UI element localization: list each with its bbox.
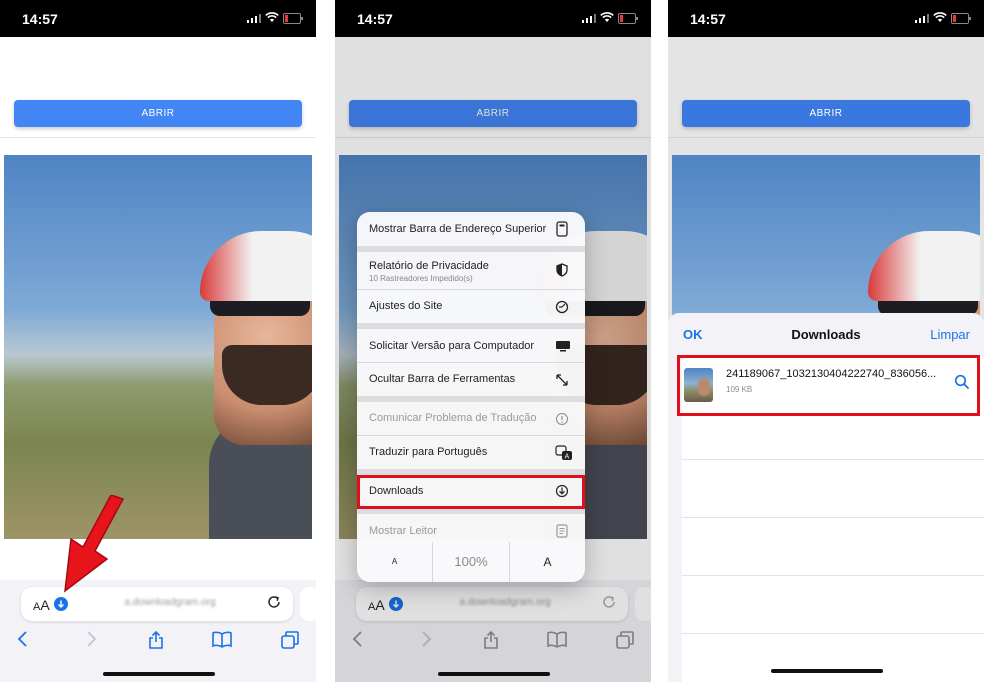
menu-item-privacy-report[interactable]: Relatório de Privacidade 10 Rastreadores… — [357, 252, 585, 289]
menu-item-show-reader[interactable]: Mostrar Leitor — [357, 514, 585, 542]
tabs-icon[interactable] — [280, 630, 300, 650]
font-zoom-row: A 100% A — [357, 542, 585, 582]
battery-icon — [283, 13, 303, 24]
reload-icon[interactable] — [266, 594, 282, 610]
status-time: 14:57 — [690, 11, 726, 27]
battery-icon — [618, 13, 638, 24]
cellular-signal-icon — [247, 14, 261, 23]
downloads-highlight-box — [357, 475, 585, 509]
bookmarks-icon[interactable] — [211, 630, 233, 648]
url-text: a.downloadgram.org — [124, 597, 216, 608]
menu-item-site-settings[interactable]: Ajustes do Site — [357, 290, 585, 323]
cellular-signal-icon — [915, 14, 929, 23]
increase-font-button[interactable]: A — [510, 542, 585, 582]
wifi-icon — [600, 12, 614, 22]
web-content-top: ABRIR — [0, 37, 316, 138]
wifi-icon — [265, 12, 279, 22]
web-content-top: ABRIR — [668, 37, 984, 138]
reader-icon — [556, 524, 568, 538]
decrease-font-button[interactable]: A — [357, 542, 432, 582]
menu-item-hide-toolbar[interactable]: Ocultar Barra de Ferramentas — [357, 363, 585, 396]
status-time: 14:57 — [357, 11, 393, 27]
forward-icon[interactable] — [84, 630, 98, 648]
profile-photo — [4, 155, 312, 539]
download-indicator-icon[interactable] — [54, 597, 68, 611]
menu-item-translate[interactable]: Traduzir para Português A — [357, 436, 585, 469]
clear-button[interactable]: Limpar — [930, 327, 970, 342]
status-bar: 14:57 — [0, 0, 316, 37]
phone-screen-3: 14:57 ABRIR OK Downloads Limpar 24118906… — [668, 0, 984, 682]
menu-item-top-address-bar[interactable]: Mostrar Barra de Endereço Superior — [357, 212, 585, 246]
open-button[interactable]: ABRIR — [682, 100, 970, 127]
download-item-highlight-box — [677, 355, 980, 416]
next-tab-peek[interactable] — [300, 587, 316, 621]
shield-icon — [556, 263, 568, 277]
translate-icon: A — [555, 445, 572, 461]
site-settings-icon — [555, 300, 569, 314]
back-icon[interactable] — [16, 630, 30, 648]
desktop-icon — [556, 341, 570, 352]
page-menu: Mostrar Barra de Endereço Superior Relat… — [357, 212, 585, 582]
exclamation-icon — [555, 412, 569, 426]
status-bar: 14:57 — [668, 0, 984, 37]
phone-screen-2: 14:57 ABRIR AA a.downloadgram.org Mostra… — [335, 0, 651, 682]
text-size-button[interactable]: AA — [33, 597, 50, 613]
red-arrow-annotation — [64, 495, 125, 593]
status-bar: 14:57 — [335, 0, 651, 37]
wifi-icon — [933, 12, 947, 22]
home-indicator — [771, 669, 883, 673]
svg-text:A: A — [565, 453, 570, 461]
home-indicator — [103, 672, 215, 676]
status-time: 14:57 — [22, 11, 58, 27]
battery-icon — [951, 13, 971, 24]
phone-screen-1: 14:57 ABRIR AA a.downloadgram.org — [0, 0, 316, 682]
top-address-bar-icon — [556, 221, 568, 237]
menu-item-report-translation[interactable]: Comunicar Problema de Tradução — [357, 402, 585, 435]
menu-item-desktop-version[interactable]: Solicitar Versão para Computador — [357, 329, 585, 362]
zoom-level: 100% — [454, 554, 488, 569]
share-icon[interactable] — [147, 630, 165, 650]
cellular-signal-icon — [582, 14, 596, 23]
downloads-header: OK Downloads Limpar — [668, 313, 984, 353]
browser-toolbar: AA a.downloadgram.org — [0, 580, 316, 682]
open-button[interactable]: ABRIR — [14, 100, 302, 127]
arrows-expand-icon — [556, 374, 568, 386]
